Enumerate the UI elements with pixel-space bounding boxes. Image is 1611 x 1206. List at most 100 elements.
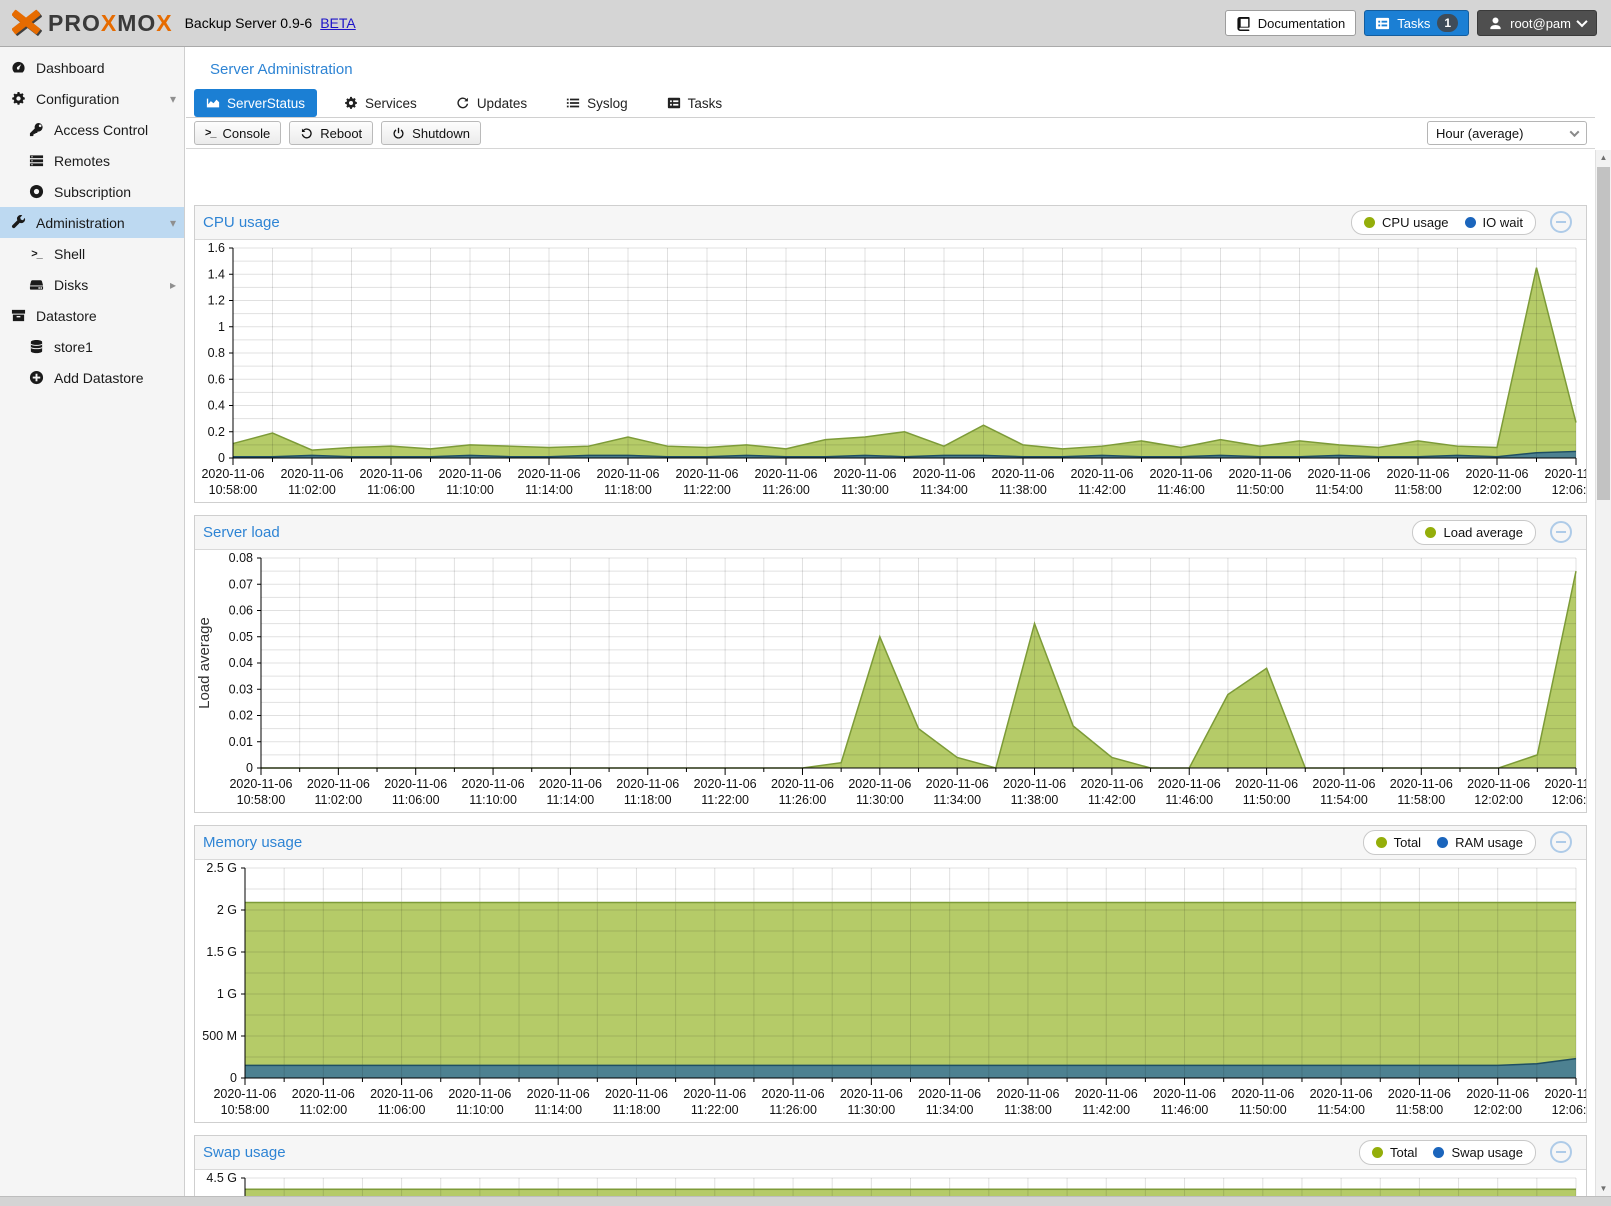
page-title: Server Administration xyxy=(186,47,1595,88)
tab-syslog[interactable]: Syslog xyxy=(554,89,640,117)
chevron-right-icon[interactable]: ▸ xyxy=(170,278,176,292)
svg-text:0.03: 0.03 xyxy=(229,682,253,696)
svg-text:11:10:00: 11:10:00 xyxy=(446,483,494,497)
brand-text: PROXMOX xyxy=(48,10,173,37)
console-button[interactable]: >_ Console xyxy=(194,121,281,145)
sidebar-item-datastore[interactable]: Datastore xyxy=(0,300,184,331)
svg-text:11:06:00: 11:06:00 xyxy=(378,1103,426,1117)
area-chart-icon xyxy=(206,96,220,110)
user-icon xyxy=(1488,16,1503,31)
toolbar: >_ Console Reboot Shutdown Hour (average… xyxy=(186,118,1595,149)
charts-scroll-area: CPU usage CPU usage IO wait 00.20.40.60.… xyxy=(186,197,1595,1196)
svg-text:11:34:00: 11:34:00 xyxy=(920,483,968,497)
sidebar-item-disks[interactable]: Disks ▸ xyxy=(0,269,184,300)
svg-text:4.5 G: 4.5 G xyxy=(206,1171,237,1185)
svg-text:2020-11-06: 2020-11-06 xyxy=(833,467,896,481)
svg-text:11:38:00: 11:38:00 xyxy=(999,483,1047,497)
svg-text:11:46:00: 11:46:00 xyxy=(1165,793,1213,807)
collapse-icon[interactable] xyxy=(1550,521,1572,543)
sidebar-item-remotes[interactable]: Remotes xyxy=(0,145,184,176)
sidebar-item-shell[interactable]: >_ Shell xyxy=(0,238,184,269)
svg-text:2020-11-06: 2020-11-06 xyxy=(1228,467,1291,481)
svg-text:11:34:00: 11:34:00 xyxy=(926,1103,974,1117)
legend-item[interactable]: RAM usage xyxy=(1437,835,1523,850)
svg-text:11:30:00: 11:30:00 xyxy=(841,483,889,497)
sidebar-item-subscription[interactable]: Subscription xyxy=(0,176,184,207)
svg-text:0: 0 xyxy=(246,761,253,775)
tasks-button[interactable]: Tasks 1 xyxy=(1364,10,1469,36)
svg-text:11:02:00: 11:02:00 xyxy=(299,1103,347,1117)
server-load-panel: Server load Load average 00.010.020.030.… xyxy=(194,515,1587,813)
scroll-down-arrow[interactable]: ▼ xyxy=(1596,1181,1611,1196)
chevron-down-icon[interactable]: ▾ xyxy=(170,92,176,106)
plus-circle-icon xyxy=(28,370,45,385)
svg-text:11:14:00: 11:14:00 xyxy=(547,793,595,807)
shutdown-button[interactable]: Shutdown xyxy=(381,121,481,145)
sidebar-item-store1[interactable]: store1 xyxy=(0,331,184,362)
svg-text:2020-11-06: 2020-11-06 xyxy=(771,777,834,791)
svg-text:11:06:00: 11:06:00 xyxy=(367,483,415,497)
svg-text:2020-11-06: 2020-11-06 xyxy=(762,1087,825,1101)
legend-item[interactable]: Load average xyxy=(1425,525,1523,540)
svg-text:2020-11-06: 2020-11-06 xyxy=(996,1087,1059,1101)
svg-text:12:02:00: 12:02:00 xyxy=(1474,793,1523,807)
svg-text:2020-11-06: 2020-11-06 xyxy=(1080,777,1143,791)
panel-title: CPU usage xyxy=(195,214,280,231)
legend-item[interactable]: Swap usage xyxy=(1433,1145,1523,1160)
svg-text:0.05: 0.05 xyxy=(229,630,253,644)
reboot-button[interactable]: Reboot xyxy=(289,121,373,145)
legend-item[interactable]: Total xyxy=(1372,1145,1417,1160)
beta-link[interactable]: BETA xyxy=(320,15,356,31)
svg-text:11:34:00: 11:34:00 xyxy=(933,793,981,807)
tasks-count-badge: 1 xyxy=(1437,14,1458,32)
sidebar-item-access-control[interactable]: Access Control xyxy=(0,114,184,145)
tab-updates[interactable]: Updates xyxy=(444,89,539,117)
documentation-button[interactable]: Documentation xyxy=(1225,10,1356,36)
svg-text:11:02:00: 11:02:00 xyxy=(288,483,336,497)
series-dot xyxy=(1437,837,1448,848)
user-menu-button[interactable]: root@pam xyxy=(1477,10,1597,36)
collapse-icon[interactable] xyxy=(1550,831,1572,853)
series-dot xyxy=(1433,1147,1444,1158)
vertical-scrollbar[interactable]: ▲ ▼ xyxy=(1595,150,1611,1196)
svg-text:11:22:00: 11:22:00 xyxy=(683,483,731,497)
svg-text:11:30:00: 11:30:00 xyxy=(856,793,904,807)
svg-text:2020-11-06: 2020-11-06 xyxy=(280,467,343,481)
tab-services[interactable]: Services xyxy=(332,89,429,117)
server-load-legend: Load average xyxy=(1412,520,1536,545)
scroll-up-arrow[interactable]: ▲ xyxy=(1596,150,1611,165)
scrollbar-thumb[interactable] xyxy=(1597,167,1610,500)
svg-text:2020-11-06: 2020-11-06 xyxy=(1231,1087,1294,1101)
svg-text:2020-11-06: 2020-11-06 xyxy=(1544,777,1586,791)
chevron-down-icon[interactable]: ▾ xyxy=(170,216,176,230)
book-icon xyxy=(1236,16,1251,31)
legend-item[interactable]: Total xyxy=(1376,835,1421,850)
svg-text:11:50:00: 11:50:00 xyxy=(1243,793,1291,807)
collapse-icon[interactable] xyxy=(1550,1141,1572,1163)
svg-text:1.2: 1.2 xyxy=(208,294,225,308)
svg-text:Load average: Load average xyxy=(196,617,213,709)
sidebar-item-administration[interactable]: Administration ▾ xyxy=(0,207,184,238)
legend-item[interactable]: IO wait xyxy=(1465,215,1523,230)
tab-tasks[interactable]: Tasks xyxy=(655,89,735,117)
svg-text:2020-11-06: 2020-11-06 xyxy=(683,1087,746,1101)
cpu-usage-chart: 00.20.40.60.811.21.41.62020-11-0610:58:0… xyxy=(195,240,1586,502)
collapse-icon[interactable] xyxy=(1550,211,1572,233)
svg-text:11:42:00: 11:42:00 xyxy=(1078,483,1126,497)
legend-item[interactable]: CPU usage xyxy=(1364,215,1448,230)
sidebar-item-add-datastore[interactable]: Add Datastore xyxy=(0,362,184,393)
svg-text:0.8: 0.8 xyxy=(208,346,225,360)
gauge-icon xyxy=(10,60,27,75)
series-dot xyxy=(1364,217,1375,228)
chevron-down-icon xyxy=(1576,16,1587,27)
proxmox-logo: PROXMOX xyxy=(0,8,173,38)
svg-text:2020-11-06: 2020-11-06 xyxy=(307,777,370,791)
sidebar-item-dashboard[interactable]: Dashboard xyxy=(0,52,184,83)
svg-text:1.6: 1.6 xyxy=(208,241,225,255)
power-icon xyxy=(392,127,405,140)
sidebar-item-configuration[interactable]: Configuration ▾ xyxy=(0,83,184,114)
tab-serverstatus[interactable]: ServerStatus xyxy=(194,89,317,117)
svg-text:0.08: 0.08 xyxy=(229,551,253,565)
svg-text:2020-11-06: 2020-11-06 xyxy=(539,777,602,791)
time-range-select[interactable]: Hour (average) xyxy=(1427,121,1587,145)
